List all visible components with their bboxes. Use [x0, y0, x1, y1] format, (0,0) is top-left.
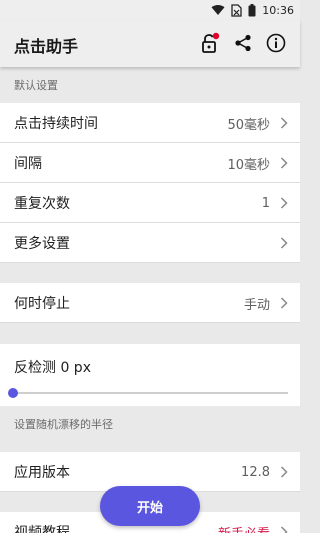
anti-detection-label: 反检测 0 px: [14, 360, 91, 376]
no-sim-icon: [231, 3, 242, 17]
row-label: 应用版本: [14, 465, 70, 481]
row-label: 更多设置: [14, 236, 70, 252]
battery-icon: [248, 3, 256, 16]
wifi-icon: [211, 4, 225, 15]
share-icon[interactable]: [231, 31, 255, 55]
chevron-right-icon: [280, 297, 288, 309]
row-value: 1: [261, 195, 270, 211]
start-button[interactable]: 开始: [100, 486, 200, 526]
status-bar: 10:36: [0, 0, 300, 20]
section-header-label: 默认设置: [14, 79, 58, 92]
row-value: 12.8: [241, 464, 270, 480]
status-time: 10:36: [262, 3, 294, 17]
section-header-default-settings: 默认设置: [0, 67, 300, 103]
section-header-random-drift: 设置随机漂移的半径: [0, 406, 300, 442]
chevron-right-icon: [280, 237, 288, 249]
row-value: 手动: [243, 297, 270, 313]
row-label: 间隔: [14, 156, 42, 172]
row-repeat-count[interactable]: 重复次数 1: [0, 183, 300, 223]
lock-badge-icon[interactable]: [197, 31, 221, 55]
slider-thumb[interactable]: [8, 388, 18, 398]
row-value: 10毫秒: [227, 157, 270, 173]
chevron-right-icon: [280, 197, 288, 209]
row-more-settings[interactable]: 更多设置: [0, 223, 300, 263]
chevron-right-icon: [280, 157, 288, 169]
app-bar: 点击助手: [0, 20, 300, 67]
start-button-label: 开始: [136, 500, 163, 516]
row-anti-detection: 反检测 0 px: [0, 344, 300, 406]
row-label: 重复次数: [14, 196, 70, 212]
chevron-right-icon: [280, 466, 288, 478]
chevron-right-icon: [280, 117, 288, 129]
anti-detection-slider[interactable]: [8, 388, 288, 398]
row-click-duration[interactable]: 点击持续时间 50毫秒: [0, 103, 300, 143]
row-value: 50毫秒: [227, 117, 270, 133]
row-interval[interactable]: 间隔 10毫秒: [0, 143, 300, 183]
chevron-right-icon: [280, 526, 288, 533]
row-value: 新手必看: [218, 523, 270, 533]
row-label: 何时停止: [14, 296, 70, 312]
app-title: 点击助手: [14, 37, 79, 56]
row-label: 点击持续时间: [14, 116, 98, 132]
info-icon[interactable]: [264, 31, 288, 55]
row-label: 视频教程: [14, 525, 70, 533]
section-header-label: 设置随机漂移的半径: [14, 418, 113, 431]
row-stop-when[interactable]: 何时停止 手动: [0, 283, 300, 323]
